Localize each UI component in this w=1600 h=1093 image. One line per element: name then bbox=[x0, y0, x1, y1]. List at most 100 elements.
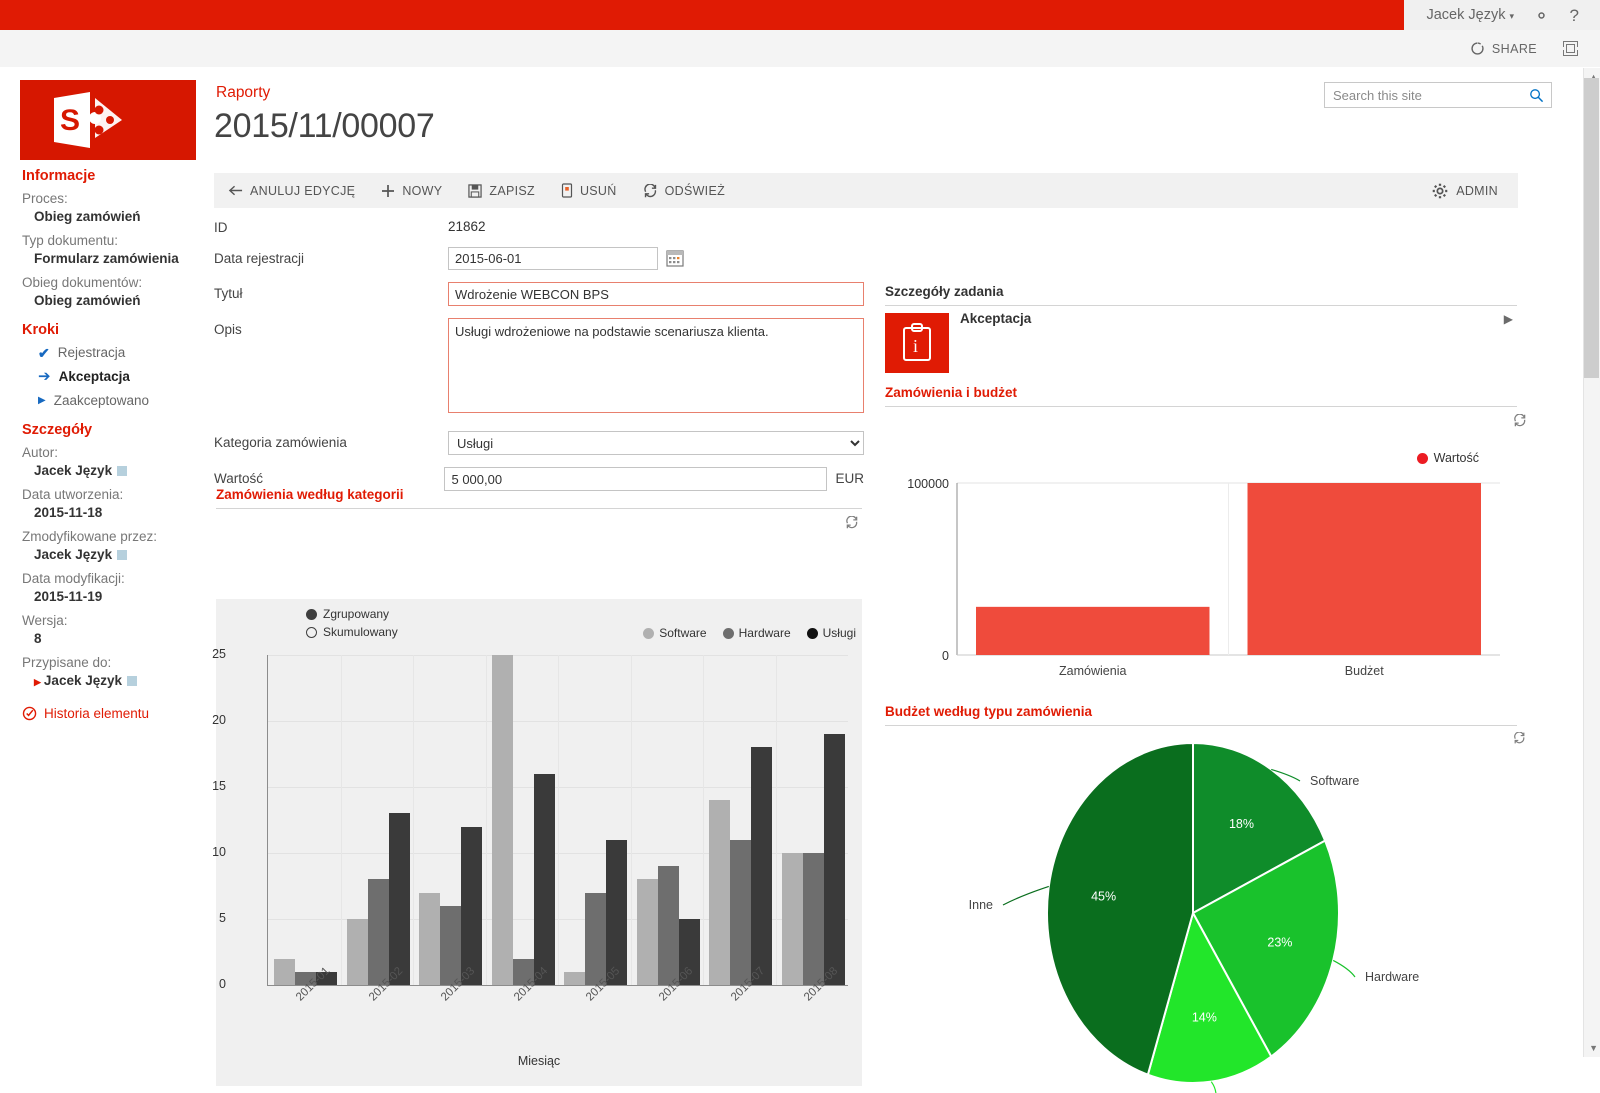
search-box[interactable] bbox=[1324, 82, 1552, 108]
pie-category-label: Inne bbox=[969, 898, 993, 912]
gear-icon[interactable] bbox=[1532, 6, 1551, 25]
bar[interactable] bbox=[823, 734, 845, 985]
section-orders-budget: Zamówienia i budżet bbox=[885, 385, 1018, 400]
bar[interactable] bbox=[606, 839, 627, 985]
orders-by-category-chart: Zgrupowany Skumulowany Software Hardware… bbox=[212, 599, 862, 1086]
description-textarea[interactable]: Usługi wdrożeniowe na podstawie scenariu… bbox=[448, 318, 864, 413]
bar[interactable] bbox=[388, 813, 410, 985]
bar[interactable] bbox=[585, 892, 606, 985]
pie-value-label: 18% bbox=[1229, 817, 1254, 831]
calendar-icon[interactable] bbox=[666, 249, 684, 267]
question-icon[interactable]: ? bbox=[1569, 6, 1584, 25]
category-separator bbox=[703, 655, 704, 985]
delete-button[interactable]: USUŃ bbox=[548, 173, 630, 208]
step-label: Rejestracja bbox=[57, 345, 126, 360]
sidebar-detail-label: Przypisane do: bbox=[22, 655, 112, 670]
bar[interactable] bbox=[564, 971, 585, 985]
sidebar-detail-value: 2015-11-19 bbox=[34, 589, 103, 604]
page-title: 2015/11/00007 bbox=[214, 107, 435, 145]
bar[interactable] bbox=[419, 892, 440, 985]
delete-icon bbox=[561, 183, 573, 198]
pie-value-label: 23% bbox=[1267, 935, 1292, 949]
bar[interactable] bbox=[461, 826, 482, 985]
bar[interactable] bbox=[657, 866, 679, 985]
bar[interactable] bbox=[730, 839, 751, 985]
sidebar-step-akceptacja[interactable]: ➔ Akceptacja bbox=[22, 368, 202, 386]
bar-group bbox=[564, 655, 627, 985]
y-tick-label: 15 bbox=[212, 779, 226, 793]
share-bar: SHARE bbox=[0, 30, 1600, 68]
orders-budget-chart: Wartość 100000 0 Zamówienia Budżet bbox=[885, 443, 1515, 688]
radio-unselected-icon bbox=[306, 626, 317, 638]
legend-label: Hardware bbox=[738, 626, 791, 640]
legend-item-software[interactable]: Software bbox=[643, 626, 707, 640]
breadcrumb[interactable]: Raporty bbox=[216, 84, 270, 102]
search-input[interactable] bbox=[1325, 87, 1529, 103]
bar[interactable] bbox=[802, 853, 824, 985]
title-input[interactable] bbox=[448, 282, 864, 306]
user-menu[interactable]: Jacek Język ▾ bbox=[1426, 7, 1514, 23]
step-label: Akceptacja bbox=[58, 369, 130, 384]
page-scrollbar[interactable]: ▲ ▼ bbox=[1583, 68, 1600, 1057]
search-icon[interactable] bbox=[1529, 88, 1551, 103]
step-label: Zaakceptowano bbox=[53, 393, 150, 408]
bar[interactable] bbox=[636, 879, 658, 985]
bar[interactable] bbox=[976, 606, 1210, 655]
cancel-edit-button[interactable]: ANULUJ EDYCJĘ bbox=[214, 173, 368, 208]
sidebar-step-zaakceptowano[interactable]: ▶ Zaakceptowano bbox=[22, 392, 202, 410]
sidebar-step-rejestracja[interactable]: ✔ Rejestracja bbox=[22, 344, 202, 362]
scrollbar-thumb[interactable] bbox=[1584, 78, 1599, 378]
focus-on-content-icon[interactable] bbox=[1563, 41, 1578, 56]
chart-refresh-icon-budget[interactable] bbox=[1513, 414, 1527, 427]
x-axis-title: Miesiąc bbox=[517, 1054, 561, 1068]
category-separator bbox=[558, 655, 559, 985]
sharepoint-logo: S bbox=[20, 80, 196, 160]
bar-group bbox=[491, 655, 555, 985]
bar[interactable] bbox=[1247, 483, 1481, 655]
detail-text: Jacek Język bbox=[34, 463, 113, 478]
share-button[interactable]: SHARE bbox=[1470, 41, 1537, 56]
bar[interactable] bbox=[367, 879, 389, 985]
legend-item-uslugi[interactable]: Usługi bbox=[806, 626, 856, 640]
save-button[interactable]: ZAPISZ bbox=[455, 173, 548, 208]
legend-item-hardware[interactable]: Hardware bbox=[722, 626, 791, 640]
bar[interactable] bbox=[440, 905, 461, 985]
legend-swatch bbox=[643, 627, 655, 639]
pie-value-label: 14% bbox=[1192, 1011, 1217, 1025]
detail-text: Jacek Język bbox=[43, 673, 122, 688]
chart-refresh-icon-category[interactable] bbox=[845, 516, 859, 529]
bar[interactable] bbox=[274, 958, 295, 985]
new-button[interactable]: NOWY bbox=[368, 173, 455, 208]
registration-date-input[interactable] bbox=[448, 247, 658, 270]
bar[interactable] bbox=[781, 853, 803, 985]
category-separator bbox=[775, 655, 777, 985]
value-input[interactable] bbox=[444, 467, 828, 491]
bar[interactable] bbox=[491, 655, 513, 985]
chevron-down-icon: ▾ bbox=[1509, 11, 1514, 21]
budget-bar-plot: 100000 0 Zamówienia Budżet bbox=[885, 443, 1515, 688]
category-separator bbox=[630, 655, 632, 985]
section-orders-by-category: Zamówienia według kategorii bbox=[216, 487, 404, 502]
right-arrow-icon: ➔ bbox=[38, 368, 51, 385]
scroll-down-icon[interactable]: ▼ bbox=[1589, 1043, 1598, 1053]
bar[interactable] bbox=[346, 919, 368, 985]
task-row[interactable]: i Akceptacja ▶ bbox=[885, 311, 1517, 375]
radio-skumulowany[interactable]: Skumulowany bbox=[306, 625, 398, 639]
admin-button[interactable]: ADMIN bbox=[1432, 183, 1518, 199]
bar[interactable] bbox=[709, 800, 730, 985]
play-triangle-icon[interactable]: ▶ bbox=[1504, 312, 1513, 326]
sidebar-detail-value: Jacek Język bbox=[22, 546, 202, 564]
sidebar-field-label: Typ dokumentu: bbox=[22, 233, 119, 248]
form-toolbar: ANULUJ EDYCJĘ NOWY ZAPISZ USUŃ ODŚWIEŻ A… bbox=[214, 173, 1518, 208]
sidebar-detail-value: ▶ Jacek Język bbox=[22, 672, 202, 691]
bar[interactable] bbox=[751, 747, 772, 985]
form-row-description: Opis Usługi wdrożeniowe na podstawie sce… bbox=[214, 318, 864, 413]
play-triangle-icon: ▶ bbox=[38, 395, 46, 406]
refresh-button[interactable]: ODŚWIEŻ bbox=[630, 173, 738, 208]
history-link[interactable]: Historia elementu bbox=[22, 705, 202, 721]
bar[interactable] bbox=[533, 773, 555, 985]
sidebar-field-value: Obieg zamówień bbox=[34, 293, 141, 308]
play-triangle-icon: ▶ bbox=[34, 677, 41, 687]
category-select[interactable]: UsługiSoftwareHardwareInne bbox=[448, 431, 864, 455]
radio-zgrupowany[interactable]: Zgrupowany bbox=[306, 607, 398, 621]
